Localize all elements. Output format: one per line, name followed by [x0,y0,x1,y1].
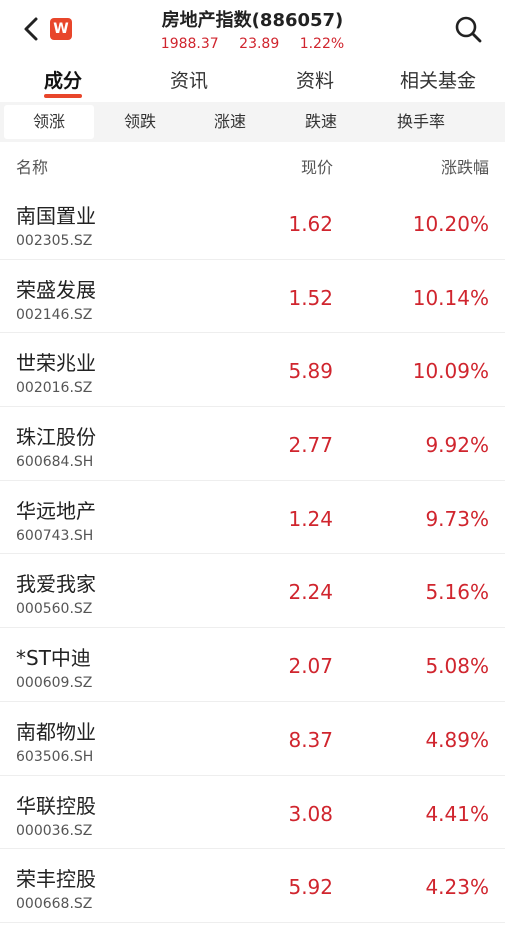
stock-price: 5.89 [288,359,333,384]
stock-price: 1.52 [288,285,333,310]
stock-change: 5.16% [425,580,489,605]
column-price[interactable]: 现价 [301,154,333,178]
tab-profile[interactable]: 资料 [296,66,334,93]
table-row[interactable]: 南国置业 002305.SZ 1.62 10.20% [0,186,505,260]
sort-tab-fall-speed[interactable]: 跌速 [291,102,351,142]
stock-change: 4.41% [425,801,489,826]
stock-name: 南都物业 [16,719,96,744]
stock-code: 000609.SZ [16,675,93,692]
table-row[interactable]: 世荣兆业 002016.SZ 5.89 10.09% [0,333,505,408]
tab-news[interactable]: 资讯 [170,66,208,93]
stock-code: 000560.SZ [16,601,93,618]
index-change: 23.89 [239,36,280,52]
stock-price: 2.77 [288,433,333,458]
stock-code: 000668.SZ [16,896,93,913]
stock-change: 4.89% [425,727,489,752]
stock-code: 002305.SZ [16,233,93,249]
stock-price: 2.07 [288,654,333,679]
search-icon[interactable] [453,14,483,44]
column-change[interactable]: 涨跌幅 [441,154,489,178]
stock-change: 9.73% [425,506,489,531]
table-row[interactable]: 华远地产 600743.SH 1.24 9.73% [0,481,505,555]
table-row[interactable]: 荣盛发展 002146.SZ 1.52 10.14% [0,260,505,334]
stock-price: 5.92 [288,875,333,900]
tab-components[interactable]: 成分 [44,66,82,93]
sort-tab-top-gainers[interactable]: 领涨 [4,105,94,139]
stock-name: 华联控股 [16,793,96,818]
stock-change: 5.08% [425,654,489,679]
stock-name: 我爱我家 [16,572,96,597]
stock-list: 南国置业 002305.SZ 1.62 10.20% 荣盛发展 002146.S… [0,186,505,923]
stock-price: 1.24 [288,506,333,531]
stock-name: 华远地产 [16,498,96,523]
stock-change: 10.14% [412,285,489,310]
table-row[interactable]: 我爱我家 000560.SZ 2.24 5.16% [0,554,505,629]
stock-price: 8.37 [288,727,333,752]
stock-change: 4.23% [425,875,489,900]
index-quote: 1988.37 23.89 1.22% [0,36,505,52]
column-header: 名称 现价 涨跌幅 [0,142,505,186]
active-tab-indicator [44,94,82,98]
stock-change: 9.92% [425,433,489,458]
table-row[interactable]: 荣丰控股 000668.SZ 5.92 4.23% [0,849,505,923]
stock-code: 002146.SZ [16,306,93,323]
sort-tabs: 领涨 领跌 涨速 跌速 换手率 [0,102,505,142]
stock-name: 珠江股份 [16,425,96,450]
table-row[interactable]: 珠江股份 600684.SH 2.77 9.92% [0,407,505,481]
main-tabs: 成分 资讯 资料 相关基金 [0,60,505,100]
tab-related-funds[interactable]: 相关基金 [400,66,476,93]
stock-code: 603506.SH [16,748,94,765]
stock-name: 荣盛发展 [16,277,96,302]
stock-name: 世荣兆业 [16,351,96,376]
table-row[interactable]: 华联控股 000036.SZ 3.08 4.41% [0,776,505,850]
stock-code: 000036.SZ [16,822,93,839]
sort-tab-rise-speed[interactable]: 涨速 [200,102,260,142]
sort-tab-turnover[interactable]: 换手率 [384,102,458,142]
stock-price: 2.24 [288,580,333,605]
table-row[interactable]: *ST中迪 000609.SZ 2.07 5.08% [0,628,505,702]
stock-change: 10.20% [412,212,489,236]
column-name[interactable]: 名称 [16,154,48,178]
stock-name: *ST中迪 [16,646,91,671]
stock-name: 南国置业 [16,204,96,228]
sort-tab-top-losers[interactable]: 领跌 [110,102,170,142]
index-change-pct: 1.22% [299,36,345,52]
stock-price: 3.08 [288,801,333,826]
stock-code: 600743.SH [16,527,94,544]
stock-change: 10.09% [412,359,489,384]
header: W 房地产指数(886057) 1988.37 23.89 1.22% [0,0,505,60]
stock-price: 1.62 [288,212,333,236]
index-value: 1988.37 [160,36,219,52]
stock-code: 600684.SH [16,454,94,471]
stock-code: 002016.SZ [16,380,93,397]
page-title: 房地产指数(886057) [161,10,344,31]
table-row[interactable]: 南都物业 603506.SH 8.37 4.89% [0,702,505,776]
stock-name: 荣丰控股 [16,867,96,892]
